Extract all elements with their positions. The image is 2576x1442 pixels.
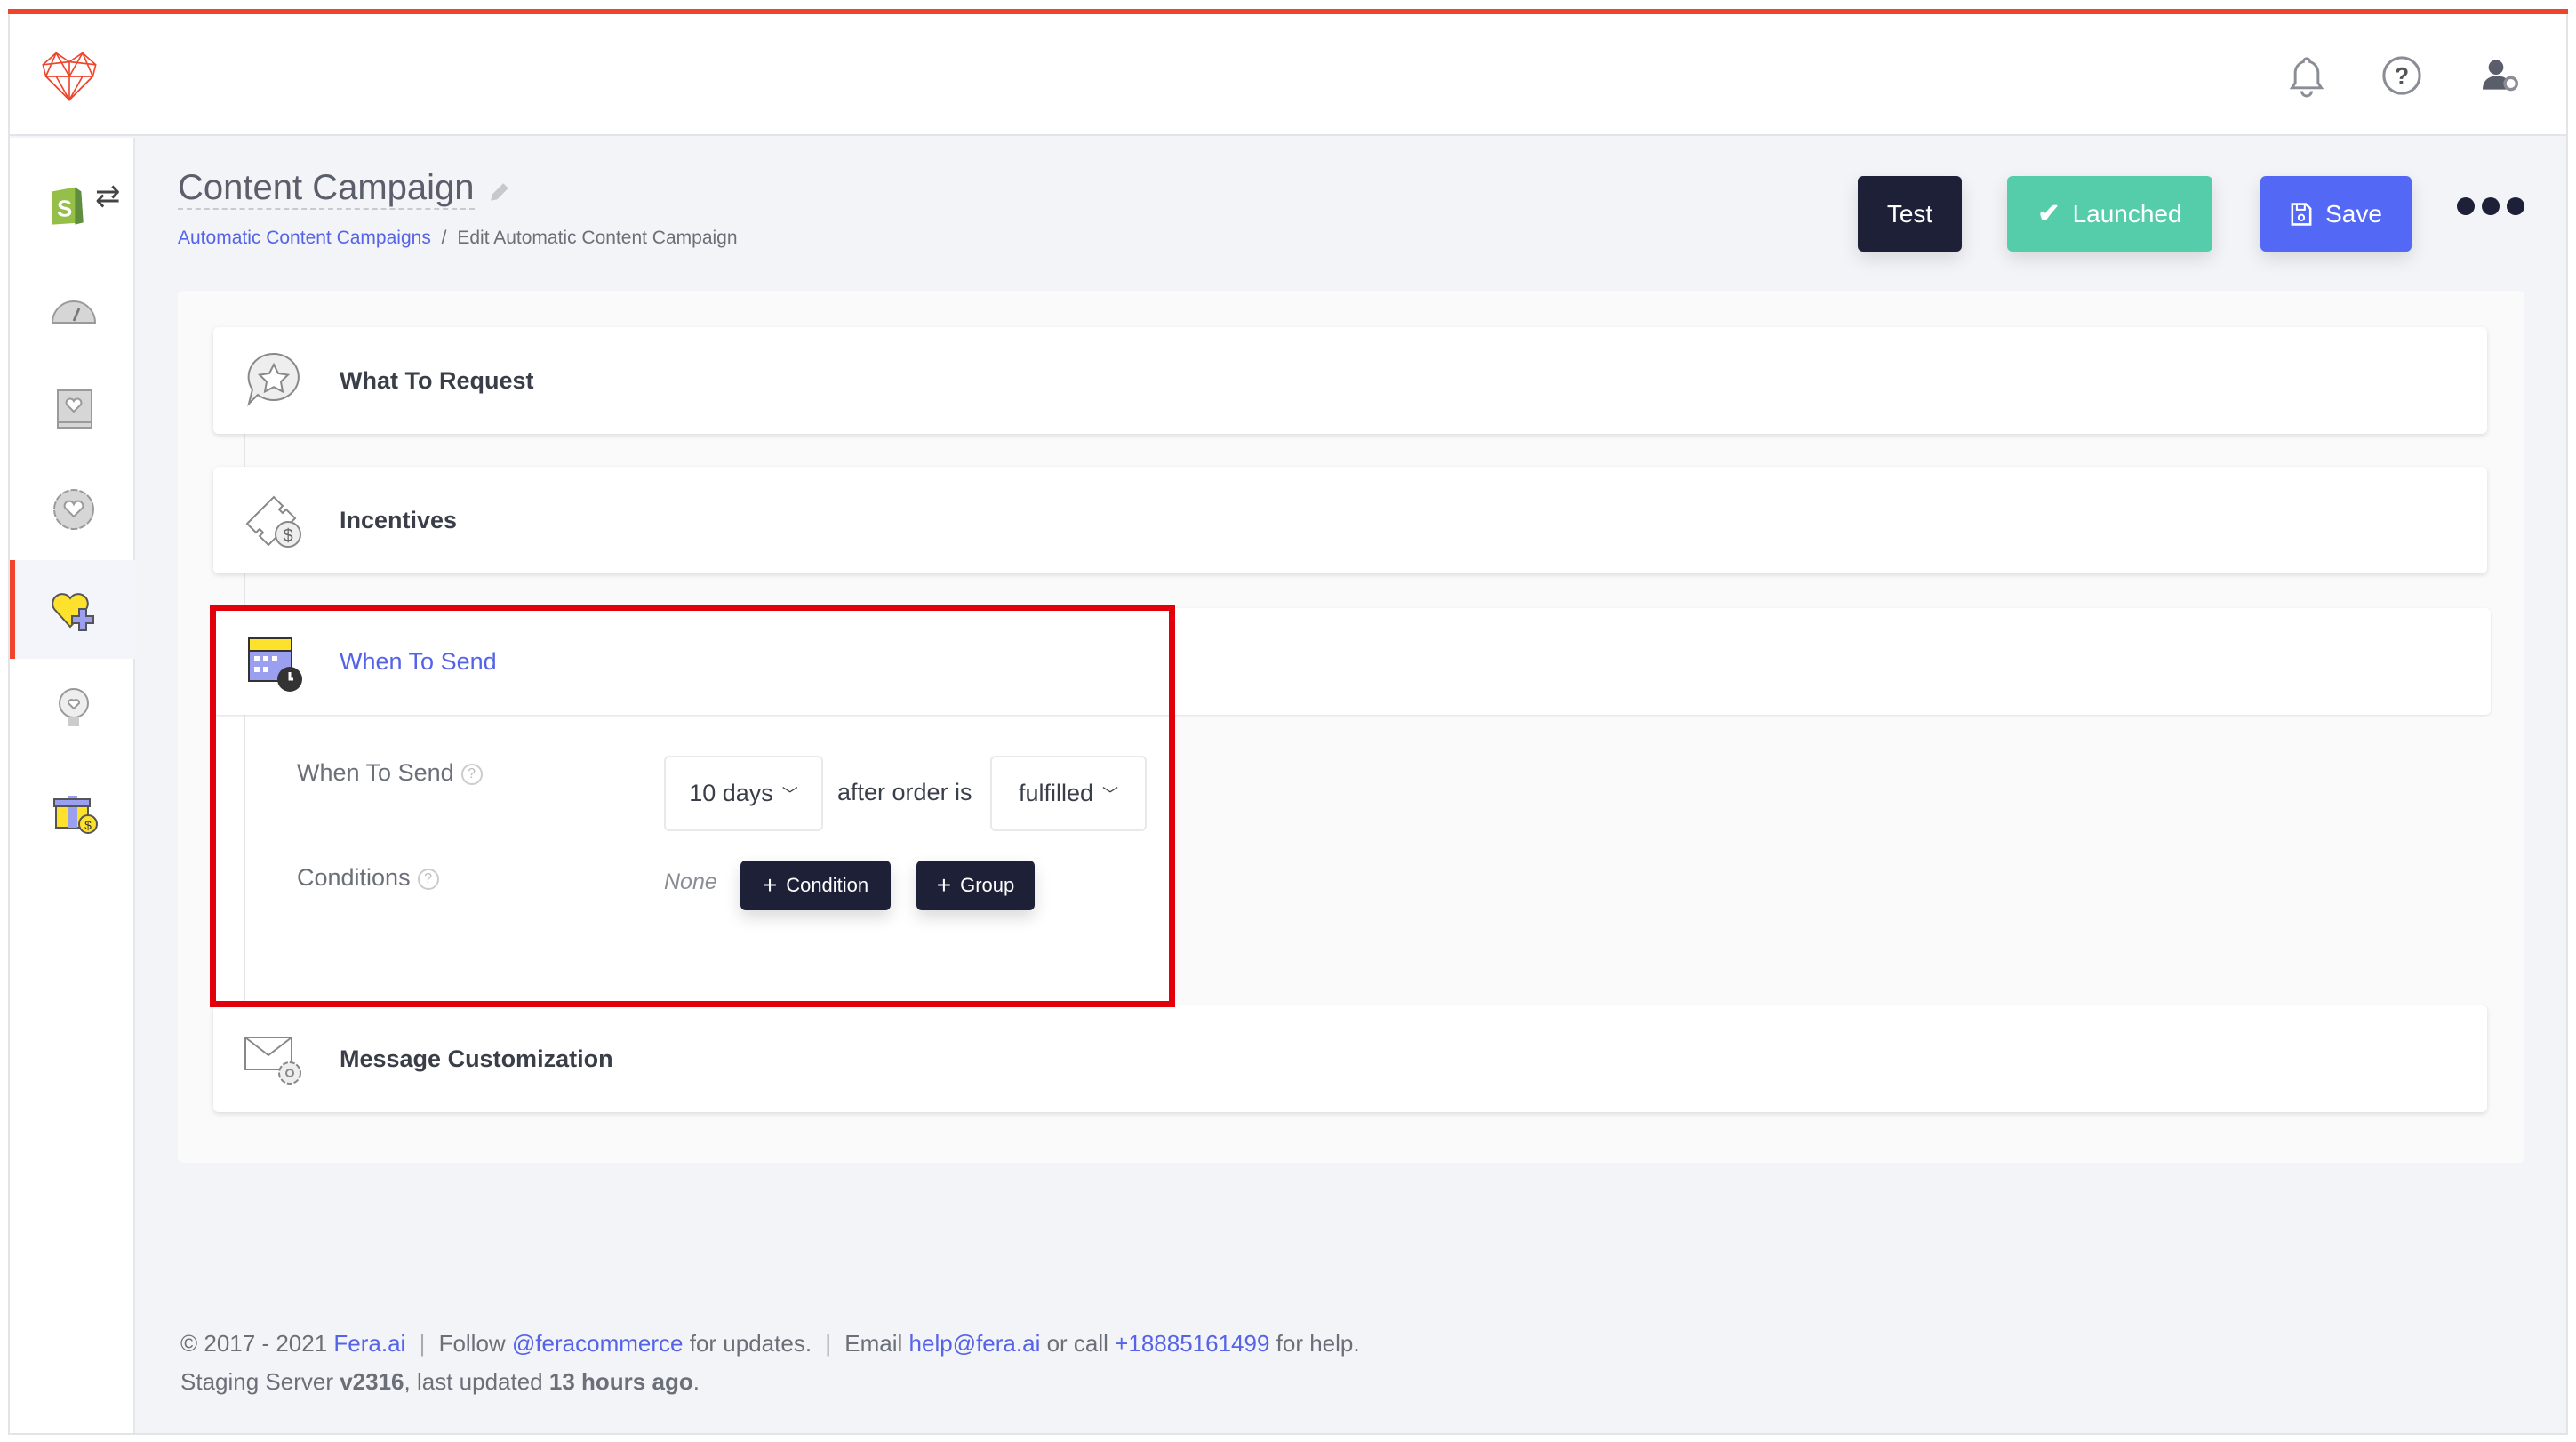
label-text: Conditions	[297, 864, 411, 891]
reviews-book-icon[interactable]	[49, 385, 99, 435]
plus-icon: +	[762, 871, 778, 899]
fera-link[interactable]: Fera.ai	[333, 1330, 405, 1357]
plus-icon: +	[936, 871, 952, 899]
chevron-down-icon: ﹀	[781, 785, 798, 804]
help-tooltip-icon[interactable]: ?	[417, 868, 439, 890]
panel-message-customization[interactable]: Message Customization	[213, 1005, 2487, 1112]
shopify-icon[interactable]: S	[42, 177, 92, 227]
save-label: Save	[2325, 199, 2382, 228]
period: .	[692, 1368, 700, 1395]
panel-incentives[interactable]: $ Incentives	[213, 467, 2487, 573]
launched-label: Launched	[2072, 199, 2182, 228]
page-title[interactable]: Content Campaign	[178, 167, 475, 210]
dot	[2482, 197, 2500, 215]
test-label: Test	[1886, 199, 1933, 228]
gift-icon[interactable]: $	[49, 785, 99, 835]
breadcrumb: Automatic Content Campaigns / Edit Autom…	[178, 228, 738, 249]
follow-text: Follow	[438, 1330, 506, 1357]
version: v2316	[340, 1368, 404, 1395]
panel-title: When To Send	[340, 647, 497, 675]
lightbulb-heart-icon[interactable]	[49, 684, 99, 733]
more-options-button[interactable]	[2457, 197, 2524, 215]
svg-text:$: $	[283, 526, 292, 546]
email-text: Email	[844, 1330, 903, 1357]
panel-what-to-request[interactable]: What To Request	[213, 327, 2487, 434]
status-value: fulfilled	[1018, 780, 1094, 806]
panel-when-to-send[interactable]: When To Send	[213, 608, 2491, 715]
conditions-label: Conditions?	[297, 864, 439, 892]
svg-text:S: S	[57, 196, 72, 221]
updated-time: 13 hours ago	[548, 1368, 693, 1395]
help-tail: for help.	[1276, 1330, 1360, 1357]
add-group-button[interactable]: + Group	[916, 861, 1035, 910]
breadcrumb-current: Edit Automatic Content Campaign	[457, 228, 738, 248]
add-condition-button[interactable]: + Condition	[740, 861, 891, 910]
email-link[interactable]: help@fera.ai	[909, 1330, 1041, 1357]
star-bubble-icon	[247, 352, 300, 407]
switch-store-icon[interactable]: ⇄	[95, 179, 121, 214]
delay-value: 10 days	[689, 780, 773, 806]
dot	[2507, 197, 2524, 215]
button-label: Condition	[786, 874, 869, 896]
separator: |	[825, 1330, 832, 1357]
svg-text:?: ?	[2395, 63, 2409, 90]
button-label: Group	[960, 874, 1015, 896]
dot	[2457, 197, 2475, 215]
heart-plus-icon[interactable]	[49, 584, 99, 634]
top-header: ?	[10, 14, 2566, 136]
separator: |	[419, 1330, 426, 1357]
twitter-link[interactable]: @feracommerce	[512, 1330, 684, 1357]
conditions-none: None	[664, 869, 717, 894]
save-button[interactable]: Save	[2260, 176, 2412, 252]
panel-title: Incentives	[340, 506, 458, 533]
help-tooltip-icon[interactable]: ?	[460, 763, 483, 785]
order-status-dropdown[interactable]: fulfilled ﹀	[990, 756, 1147, 831]
check-icon: ✔	[2037, 199, 2060, 228]
label-text: When To Send	[297, 759, 454, 786]
delay-dropdown[interactable]: 10 days ﹀	[664, 756, 823, 831]
footer-line-2: Staging Server v2316, last updated 13 ho…	[180, 1368, 700, 1396]
user-settings-icon[interactable]	[2481, 57, 2520, 92]
follow-tail: for updates.	[689, 1330, 812, 1357]
svg-text:$: $	[84, 818, 92, 832]
panel-title: Message Customization	[340, 1045, 613, 1072]
page-title-text: Content Campaign	[178, 168, 475, 207]
when-to-send-label: When To Send?	[297, 759, 483, 787]
help-icon[interactable]: ?	[2381, 55, 2422, 96]
envelope-gear-icon	[244, 1037, 301, 1085]
step-timeline	[244, 717, 245, 1003]
breadcrumb-separator: /	[441, 228, 447, 248]
brand-top-bar	[8, 9, 2568, 14]
call-text: or call	[1046, 1330, 1108, 1357]
floppy-disk-icon	[2291, 202, 2312, 226]
panel-title: What To Request	[340, 366, 534, 394]
after-order-text: after order is	[837, 779, 972, 805]
footer-line-1: © 2017 - 2021 Fera.ai | Follow @feracomm…	[180, 1330, 1360, 1358]
coupon-dollar-icon: $	[245, 495, 301, 548]
bell-icon[interactable]	[2287, 55, 2326, 98]
edit-pencil-icon[interactable]	[487, 180, 512, 204]
launched-button[interactable]: ✔ Launched	[2007, 176, 2212, 252]
sidebar: S ⇄ $	[10, 138, 135, 1433]
server-text: Staging Server	[180, 1368, 333, 1395]
badge-heart-icon[interactable]	[49, 485, 99, 534]
breadcrumb-link[interactable]: Automatic Content Campaigns	[178, 228, 431, 248]
fera-logo-icon[interactable]	[40, 50, 99, 103]
phone-link[interactable]: +18885161499	[1115, 1330, 1269, 1357]
dashboard-icon[interactable]	[49, 287, 99, 337]
calendar-clock-icon	[248, 637, 302, 692]
copyright: © 2017 - 2021	[180, 1330, 328, 1357]
updated-text: , last updated	[404, 1368, 543, 1395]
chevron-down-icon: ﹀	[1102, 785, 1119, 804]
test-button[interactable]: Test	[1858, 176, 1962, 252]
